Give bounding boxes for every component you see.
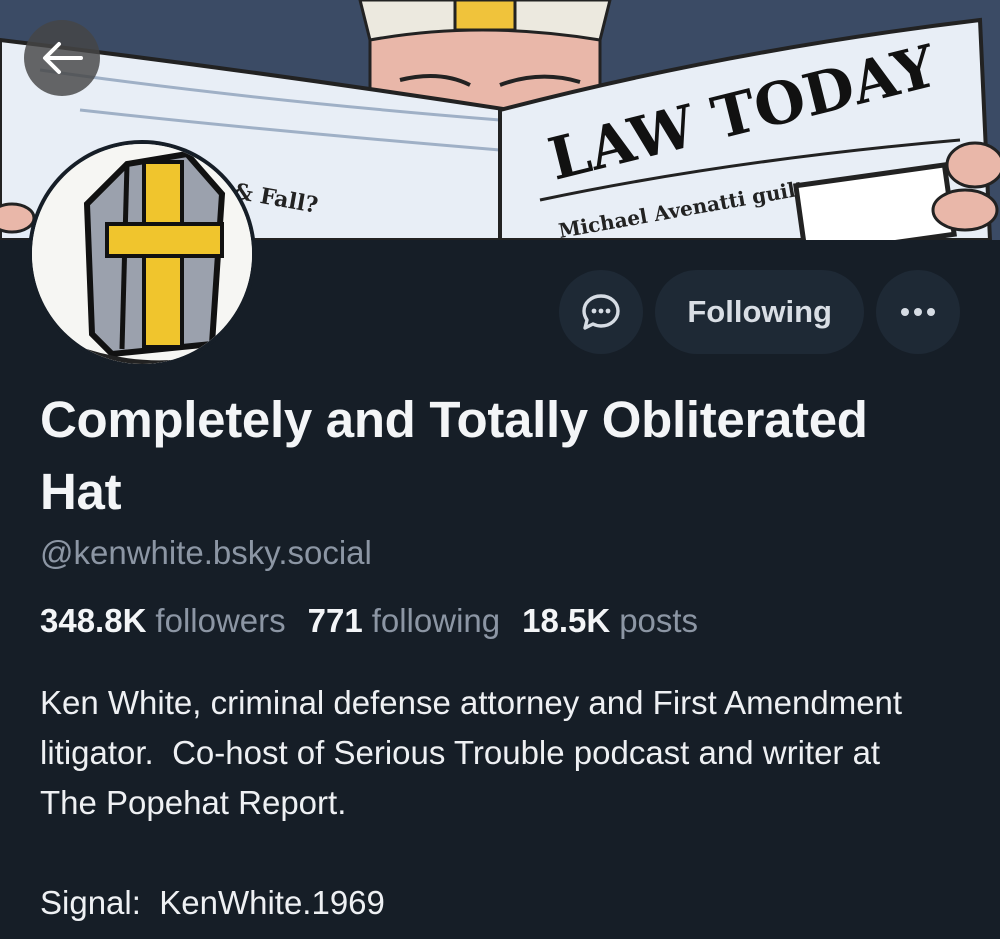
bio-text: Ken White, criminal defense attorney and… bbox=[40, 684, 912, 821]
following-stat[interactable]: 771 following bbox=[308, 602, 500, 640]
message-dots-icon bbox=[582, 294, 621, 330]
posts-label: posts bbox=[619, 602, 699, 639]
message-button[interactable] bbox=[559, 270, 644, 354]
ellipsis-icon bbox=[901, 308, 935, 316]
posts-count: 18.5K bbox=[522, 602, 611, 639]
mitre-hat-logo bbox=[32, 144, 252, 364]
bio-signal: Signal: KenWhite.1969 bbox=[40, 884, 385, 921]
back-button[interactable] bbox=[24, 20, 100, 96]
following-button[interactable]: Following bbox=[655, 270, 864, 354]
profile-actions: Following bbox=[559, 270, 960, 354]
followers-stat[interactable]: 348.8K followers bbox=[40, 602, 286, 640]
profile-stats: 348.8K followers 771 following 18.5K pos… bbox=[40, 602, 698, 640]
following-label: following bbox=[371, 602, 501, 639]
avatar[interactable] bbox=[28, 140, 256, 368]
arrow-left-icon bbox=[43, 42, 83, 74]
more-options-button[interactable] bbox=[876, 270, 960, 354]
following-count: 771 bbox=[307, 602, 363, 639]
followers-label: followers bbox=[155, 602, 286, 639]
profile-handle: @kenwhite.bsky.social bbox=[40, 534, 372, 571]
followers-count: 348.8K bbox=[40, 602, 147, 639]
profile-bio: Ken White, criminal defense attorney and… bbox=[40, 678, 940, 928]
display-name: Completely and Totally Obliterated Hat bbox=[40, 391, 868, 520]
posts-stat: 18.5K posts bbox=[522, 602, 698, 640]
